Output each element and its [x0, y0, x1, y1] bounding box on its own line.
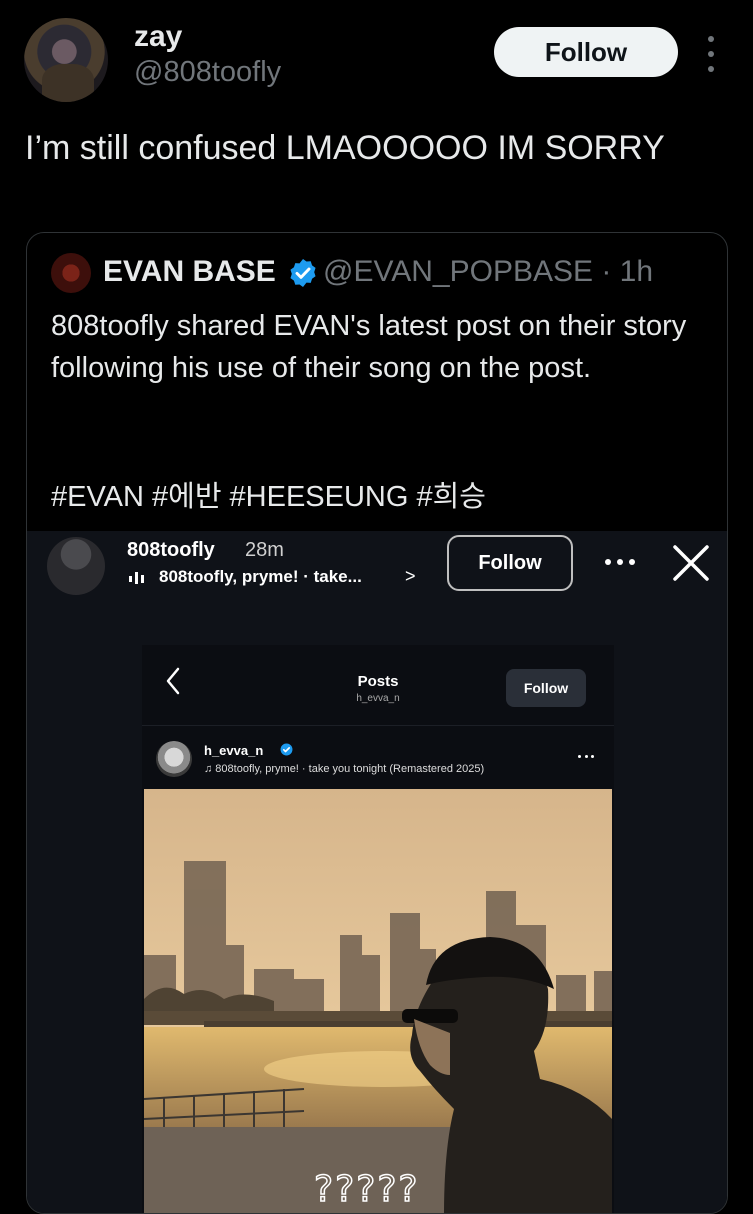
- inner-more-icon: [578, 755, 594, 759]
- quote-hashtags[interactable]: #EVAN #에반 #HEESEUNG #희승: [51, 473, 486, 515]
- quote-author-avatar[interactable]: [51, 253, 91, 293]
- story-more-icon: [605, 559, 635, 565]
- verified-badge-icon: [290, 259, 316, 287]
- divider: [142, 725, 614, 726]
- quote-author-name[interactable]: EVAN BASE: [103, 255, 276, 289]
- author-avatar[interactable]: [24, 18, 108, 102]
- inner-follow-button: Follow: [506, 669, 586, 707]
- inner-post-music: ♫ 808toofly, pryme! · take you tonight (…: [204, 763, 485, 775]
- story-music-label: 808toofly, pryme! · take...: [159, 567, 362, 586]
- quoted-tweet-card[interactable]: EVAN BASE @EVAN_POPBASE · 1h 808toofly s…: [26, 232, 728, 1214]
- story-username: 808toofly: [127, 539, 215, 561]
- inner-post-username: h_evva_n: [204, 743, 264, 758]
- quote-handle-time: @EVAN_POPBASE · 1h: [323, 255, 654, 288]
- post-photo: ?????: [144, 789, 612, 1213]
- inner-post-screenshot: Posts h_evva_n Follow h_evva_n ♫ 808toof…: [142, 645, 614, 1213]
- author-display-name[interactable]: zay: [134, 20, 182, 54]
- inner-post-avatar: [156, 741, 192, 777]
- follow-button[interactable]: Follow: [494, 27, 678, 77]
- audio-bars-icon: [129, 572, 144, 584]
- story-follow-button: Follow: [447, 535, 573, 591]
- story-time: 28m: [245, 539, 284, 561]
- city-sunset-image: [144, 789, 612, 1213]
- verified-badge-icon: [280, 743, 293, 756]
- more-options-icon[interactable]: [700, 36, 722, 72]
- story-avatar: [47, 537, 105, 595]
- close-icon: [673, 545, 709, 581]
- tweet-text: I’m still confused LMAOOOOO IM SORRY: [25, 129, 665, 167]
- quote-text: 808toofly shared EVAN's latest post on t…: [51, 310, 687, 384]
- photo-overlay-text: ?????: [313, 1168, 420, 1211]
- chevron-right-icon: >: [405, 566, 416, 586]
- story-screenshot[interactable]: 808toofly 28m 808toofly, pryme! · take..…: [27, 531, 727, 1213]
- author-handle[interactable]: @808toofly: [134, 56, 281, 89]
